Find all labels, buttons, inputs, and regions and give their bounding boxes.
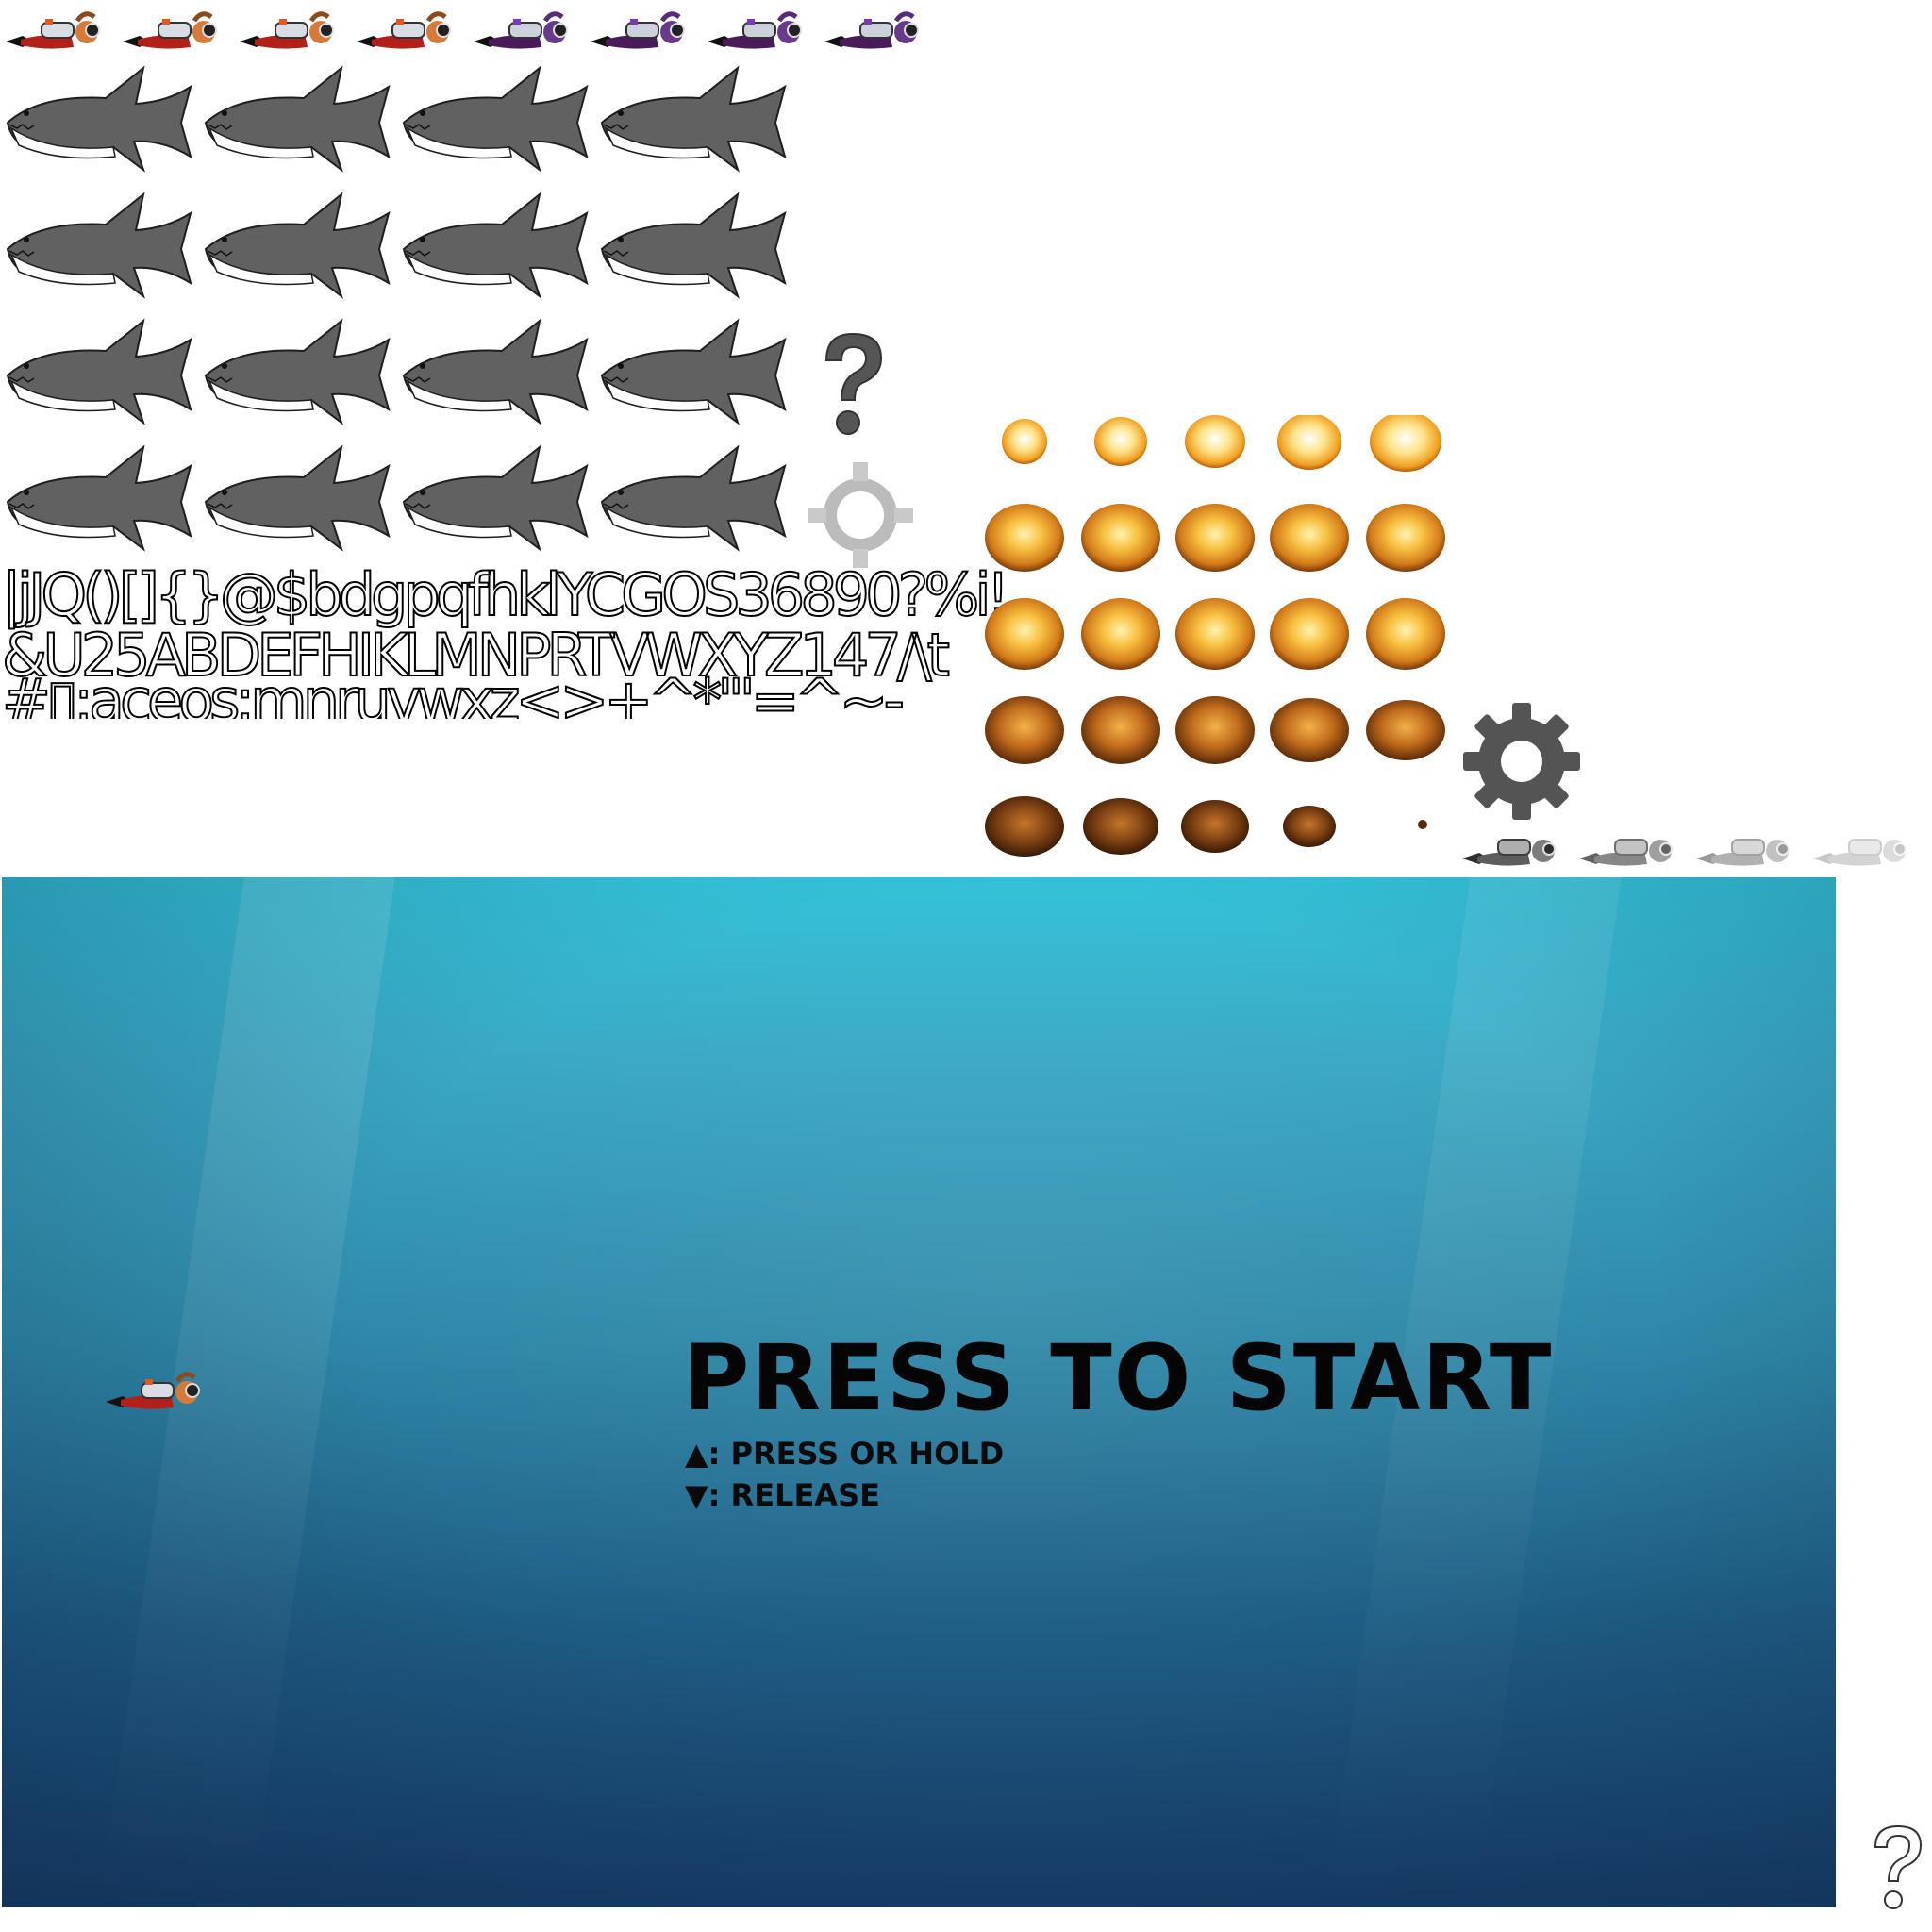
shark-row-4 bbox=[7, 446, 786, 550]
control-up: ▲: PRESS OR HOLD bbox=[685, 1436, 1004, 1472]
control-down-label: : RELEASE bbox=[708, 1477, 880, 1513]
explosion-sprite-grid bbox=[981, 411, 1472, 877]
player-diver bbox=[104, 1360, 221, 1417]
diver-frame-5 bbox=[474, 14, 567, 49]
down-arrow-icon: ▼ bbox=[685, 1477, 708, 1513]
shark-row-2 bbox=[7, 193, 786, 297]
diver-frame-4 bbox=[357, 14, 450, 49]
diver-frame-8 bbox=[824, 14, 918, 49]
diver-frame-row bbox=[0, 0, 924, 58]
control-up-label: : PRESS OR HOLD bbox=[708, 1436, 1005, 1472]
help-icon[interactable] bbox=[1864, 1821, 1930, 1915]
explosion-row-4 bbox=[985, 696, 1445, 764]
explosion-row-2 bbox=[985, 504, 1445, 572]
shark-grid-svg bbox=[7, 67, 786, 550]
start-title: PRESS TO START bbox=[683, 1325, 1554, 1431]
diver-frame-6 bbox=[591, 14, 684, 49]
shark-row-3 bbox=[7, 320, 786, 424]
diver-frame-3 bbox=[240, 14, 333, 49]
dead-diver-frame-4 bbox=[1812, 839, 1907, 867]
gear-icon bbox=[802, 457, 919, 574]
shark-row-1 bbox=[7, 67, 786, 171]
explosion-row-1 bbox=[1002, 411, 1441, 472]
explosion-row-5 bbox=[985, 796, 1427, 857]
font-glyph-row-1: |jJQ()[]{}@$bdgpqfhklYCGOS36890?%i! bbox=[1, 560, 1010, 629]
explosion-row-3 bbox=[985, 598, 1445, 670]
settings-gear-icon bbox=[1460, 700, 1583, 823]
up-arrow-icon: ▲ bbox=[685, 1436, 708, 1472]
diver-frame-7 bbox=[708, 14, 801, 49]
dead-diver-frame-2 bbox=[1578, 839, 1673, 867]
diver-frame-2 bbox=[123, 14, 216, 49]
dead-diver-frame-3 bbox=[1695, 839, 1790, 867]
diver-frames-svg bbox=[0, 0, 924, 58]
dead-diver-frames bbox=[1460, 823, 1932, 877]
control-down: ▼: RELEASE bbox=[685, 1477, 880, 1513]
question-mark-icon bbox=[813, 328, 892, 441]
diver-frame-1 bbox=[6, 14, 99, 49]
font-glyph-row-3: #▯;aceos:mnruvwxz<>+^*"'=^~-_ bbox=[2, 672, 924, 719]
dead-diver-frame-1 bbox=[1461, 839, 1556, 867]
shark-sprite-grid bbox=[0, 62, 802, 572]
